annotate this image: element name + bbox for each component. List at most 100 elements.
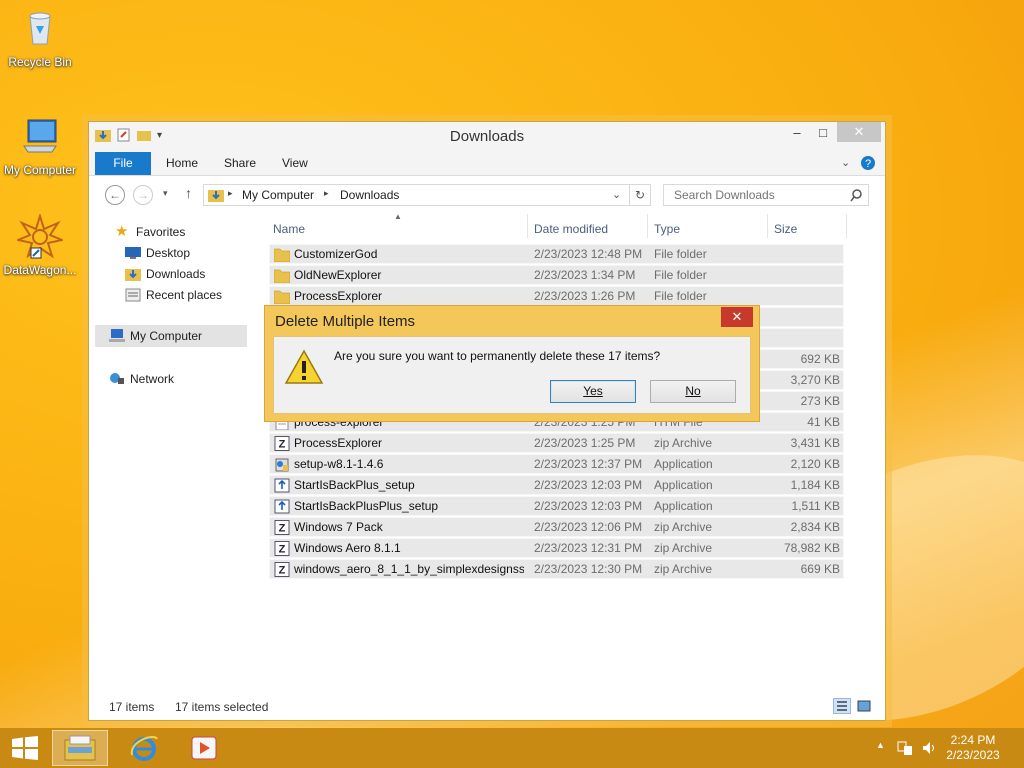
column-separator[interactable]	[647, 214, 648, 238]
file-date: 2/23/2023 1:25 PM	[534, 436, 636, 450]
file-row[interactable]: Z Windows Aero 8.1.1 2/23/2023 12:31 PM zip…	[269, 538, 844, 558]
desktop-icon-recycle-bin[interactable]: Recycle Bin	[0, 8, 80, 69]
volume-icon[interactable]	[921, 740, 937, 756]
item-count: 17 items	[109, 700, 155, 714]
nav-item-label: Favorites	[136, 225, 186, 239]
clock[interactable]: 2:24 PM 2/23/2023	[938, 733, 1008, 763]
column-separator[interactable]	[767, 214, 768, 238]
nav-item-label: Network	[130, 372, 175, 386]
file-type: File folder	[654, 247, 707, 261]
desktop-icon-label: DataWagon...	[3, 263, 77, 277]
nav-item-my-computer[interactable]: My Computer	[95, 325, 247, 347]
file-row[interactable]: Z ProcessExplorer 2/23/2023 1:25 PM zip Arc…	[269, 433, 844, 453]
address-bar[interactable]: ▸ My Computer ▸ Downloads ⌄	[203, 184, 651, 206]
file-row[interactable]: ProcessExplorer 2/23/2023 1:26 PM File fol…	[269, 286, 844, 306]
details-view-button[interactable]	[833, 698, 851, 714]
tab-home[interactable]: Home	[166, 152, 198, 175]
tab-view[interactable]: View	[282, 152, 308, 175]
file-row[interactable]: Zwindows_aero_8_1_1_by_simplexdesignss..…	[269, 559, 844, 579]
file-size	[770, 329, 840, 349]
start-button[interactable]	[0, 730, 50, 766]
address-row: ← → ▾ ↑ ▸ My Computer ▸ Downloads ⌄ ↻	[89, 176, 885, 212]
file-row[interactable]: StartIsBackPlus_setup 2/23/2023 12:03 PM A…	[269, 475, 844, 495]
file-row[interactable]: setup-w8.1-1.4.6 2/23/2023 12:37 PM Applic…	[269, 454, 844, 474]
file-date: 2/23/2023 12:48 PM	[534, 247, 643, 261]
window-title: Downloads	[449, 128, 525, 145]
address-dropdown-icon[interactable]: ⌄	[612, 188, 621, 201]
title-bar[interactable]: ▾ Downloads – □ ✕	[89, 122, 885, 152]
taskbar: ▲ 2:24 PM 2/23/2023	[0, 728, 1024, 768]
windows-logo-icon	[12, 736, 38, 760]
column-header-type[interactable]: Type	[654, 218, 680, 240]
nav-item-recent-places[interactable]: Recent places	[125, 285, 222, 305]
dialog-body: Are you sure you want to permanently del…	[273, 336, 751, 414]
downloads-icon	[125, 269, 141, 281]
forward-button[interactable]: →	[133, 185, 153, 205]
breadcrumb-my-computer[interactable]: My Computer	[242, 188, 314, 202]
dialog-close-button[interactable]: ✕	[721, 307, 753, 327]
computer-icon	[23, 119, 57, 153]
clock-time: 2:24 PM	[950, 733, 996, 747]
nav-item-favorites[interactable]: ★ Favorites	[115, 222, 185, 242]
file-name: Windows 7 Pack	[294, 520, 383, 534]
warning-icon	[284, 349, 324, 384]
recycle-bin-icon	[29, 12, 51, 45]
back-button[interactable]: ←	[105, 185, 125, 205]
search-icon[interactable]	[850, 189, 863, 202]
maximize-button[interactable]: □	[811, 122, 835, 142]
file-date: 2/23/2023 12:37 PM	[534, 457, 643, 471]
recent-locations-icon[interactable]: ▾	[163, 188, 168, 199]
expand-ribbon-icon[interactable]: ⌄	[841, 156, 850, 169]
nav-item-label: Recent places	[146, 288, 223, 302]
folder-icon	[273, 289, 291, 305]
file-size: 41 KB	[807, 415, 840, 429]
file-row[interactable]: OldNewExplorer 2/23/2023 1:34 PM File fold…	[269, 265, 844, 285]
file-type: Application	[654, 457, 713, 471]
column-separator[interactable]	[846, 214, 847, 238]
file-name: ProcessExplorer	[294, 289, 383, 303]
sort-ascending-icon: ▲	[394, 212, 402, 221]
nav-item-network[interactable]: Network	[109, 369, 174, 389]
taskbar-internet-explorer[interactable]	[116, 730, 172, 766]
nav-item-downloads[interactable]: Downloads	[125, 264, 205, 284]
refresh-button[interactable]: ↻	[629, 184, 651, 206]
column-header-size[interactable]: Size	[774, 218, 797, 240]
tab-file[interactable]: File	[95, 152, 151, 175]
up-button[interactable]: ↑	[185, 185, 192, 201]
search-input[interactable]	[664, 185, 834, 205]
yes-button[interactable]: Yes	[550, 380, 636, 403]
file-name: StartIsBackPlus_setup	[294, 478, 415, 492]
desktop-icon-my-computer[interactable]: My Computer	[0, 116, 80, 177]
taskbar-media-player[interactable]	[176, 730, 232, 766]
close-button[interactable]: ✕	[837, 122, 881, 142]
large-icons-view-button[interactable]	[855, 698, 873, 714]
file-row[interactable]: StartIsBackPlusPlus_setup 2/23/2023 12:03…	[269, 496, 844, 516]
zip-icon: Z	[274, 520, 290, 535]
column-header-name[interactable]: Name	[273, 218, 305, 240]
file-size	[770, 287, 840, 307]
file-size: 669 KB	[800, 562, 840, 576]
nav-item-label: Downloads	[146, 267, 206, 281]
folder-icon	[273, 247, 291, 263]
status-bar: 17 items 17 items selected	[89, 692, 885, 720]
datawagon-star-icon	[14, 212, 66, 259]
zip-icon: Z	[274, 436, 290, 451]
help-icon[interactable]: ?	[860, 155, 876, 171]
zip-icon: Z	[274, 541, 290, 556]
network-tray-icon[interactable]	[897, 740, 913, 756]
file-row[interactable]: CustomizerGod 2/23/2023 12:48 PM File fold…	[269, 244, 844, 264]
minimize-button[interactable]: –	[785, 122, 809, 142]
no-button[interactable]: No	[650, 380, 736, 403]
file-date: 2/23/2023 12:31 PM	[534, 541, 643, 555]
nav-item-desktop[interactable]: Desktop	[125, 243, 190, 263]
tab-share[interactable]: Share	[224, 152, 256, 175]
desktop-icon-datawagon[interactable]: DataWagon...	[0, 212, 80, 277]
show-hidden-icons[interactable]: ▲	[876, 740, 885, 750]
column-separator[interactable]	[527, 214, 528, 238]
file-row[interactable]: Z Windows 7 Pack 2/23/2023 12:06 PM zip Arc…	[269, 517, 844, 537]
breadcrumb-downloads[interactable]: Downloads	[340, 188, 399, 202]
large-icons-view-icon	[857, 700, 871, 712]
column-header-date[interactable]: Date modified	[534, 218, 608, 240]
taskbar-file-explorer[interactable]	[52, 730, 108, 766]
file-size: 1,511 KB	[791, 499, 840, 513]
